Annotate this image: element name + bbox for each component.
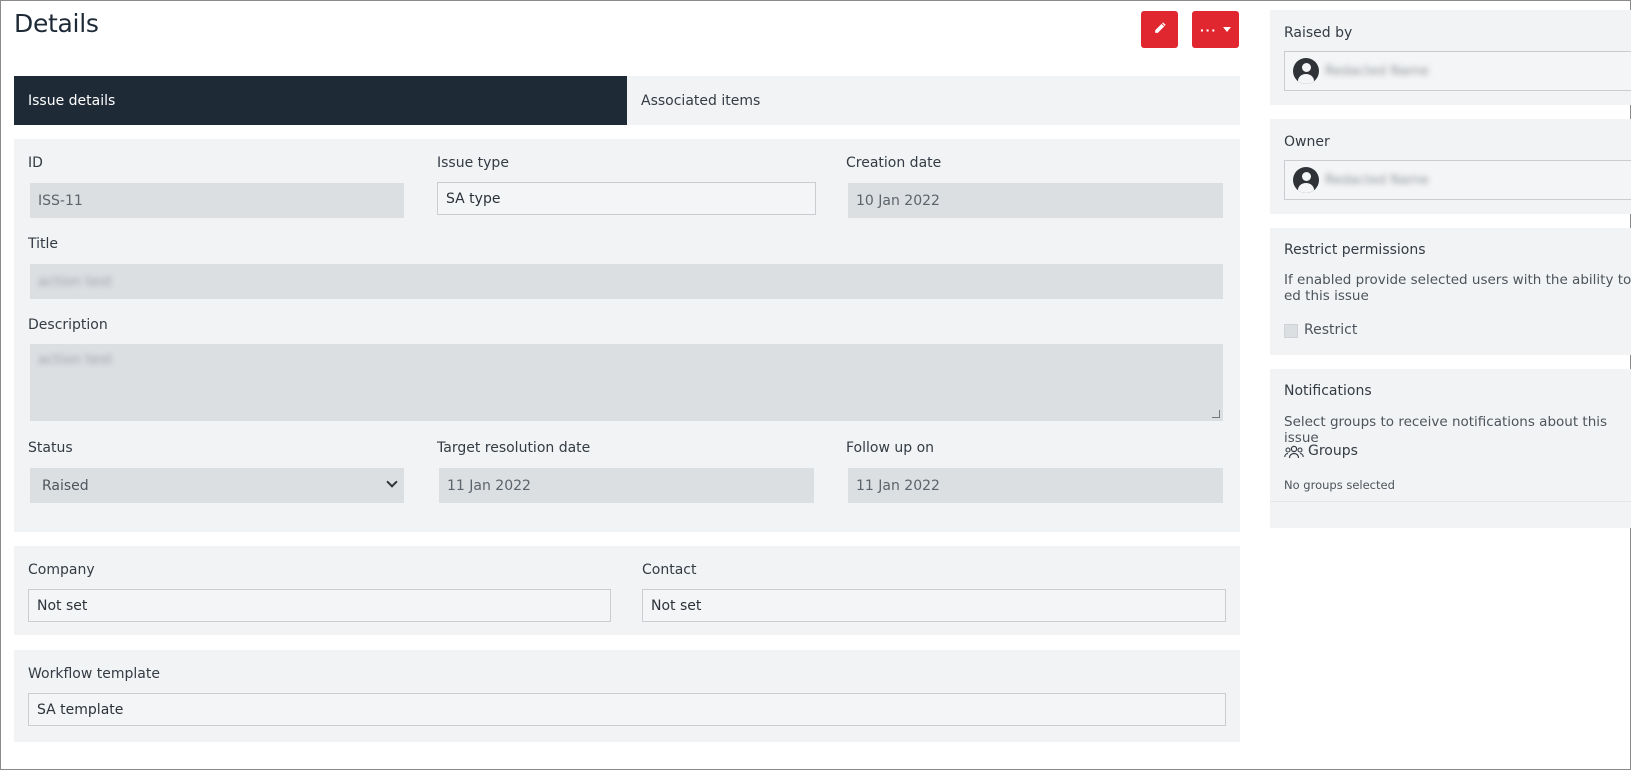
notifications-text: Select groups to receive notifications a… (1284, 414, 1608, 446)
owner-field[interactable]: Redacted Name (1284, 160, 1631, 200)
description-field: action test (30, 344, 1223, 421)
workflow-template-field[interactable]: SA template (28, 693, 1226, 726)
notifications-card: Notifications Select groups to receive n… (1270, 369, 1631, 528)
raised-by-name: Redacted Name (1325, 63, 1429, 79)
issue-details-panel: ID ISS-11 Issue type SA type Creation da… (14, 139, 1240, 532)
company-field[interactable]: Not set (28, 589, 611, 622)
description-label: Description (28, 317, 108, 333)
creation-date-label: Creation date (846, 155, 942, 171)
raised-by-label: Raised by (1284, 25, 1353, 41)
issue-type-field[interactable]: SA type (437, 182, 816, 215)
raised-by-card: Raised by Redacted Name (1270, 10, 1631, 105)
status-value: Raised (42, 477, 89, 494)
user-avatar-icon (1293, 58, 1319, 84)
restrict-permissions-text: If enabled provide selected users with t… (1284, 272, 1631, 304)
ellipsis-icon: ··· (1200, 21, 1217, 38)
status-label: Status (28, 440, 73, 456)
title-field: action test (30, 264, 1223, 299)
user-avatar-icon (1293, 167, 1319, 193)
target-date-label: Target resolution date (437, 440, 591, 456)
contact-label: Contact (642, 562, 697, 578)
issue-type-label: Issue type (437, 155, 509, 171)
follow-up-field[interactable]: 11 Jan 2022 (848, 468, 1223, 503)
groups-link[interactable]: Groups (1308, 443, 1358, 459)
raised-by-field[interactable]: Redacted Name (1284, 51, 1631, 91)
restrict-checkbox[interactable] (1284, 324, 1298, 338)
owner-card: Owner Redacted Name (1270, 119, 1631, 214)
notifications-title: Notifications (1284, 383, 1372, 399)
creation-date-field: 10 Jan 2022 (848, 183, 1223, 218)
restrict-permissions-title: Restrict permissions (1284, 242, 1426, 258)
contact-field[interactable]: Not set (642, 589, 1226, 622)
target-date-field[interactable]: 11 Jan 2022 (439, 468, 814, 503)
card-divider (1270, 501, 1631, 502)
owner-label: Owner (1284, 134, 1330, 150)
title-value: action test (38, 273, 113, 290)
tab-associated-items[interactable]: Associated items (627, 76, 1240, 125)
caret-down-icon (1223, 27, 1231, 32)
users-group-icon (1284, 444, 1304, 463)
more-actions-button[interactable]: ··· (1192, 11, 1239, 48)
workflow-panel: Workflow template SA template (14, 650, 1240, 742)
tab-issue-details[interactable]: Issue details (14, 76, 627, 125)
restrict-permissions-card: Restrict permissions If enabled provide … (1270, 228, 1631, 355)
chevron-down-icon (386, 476, 398, 488)
title-label: Title (28, 236, 59, 252)
page-title: Details (14, 9, 99, 38)
description-value: action test (38, 352, 113, 368)
no-groups-text: No groups selected (1284, 478, 1395, 492)
company-contact-panel: Company Not set Contact Not set (14, 546, 1240, 635)
workflow-template-label: Workflow template (28, 666, 160, 682)
resize-handle[interactable] (1212, 410, 1220, 418)
edit-button[interactable] (1141, 11, 1178, 48)
company-label: Company (28, 562, 95, 578)
id-label: ID (28, 155, 43, 171)
pencil-icon (1153, 21, 1167, 38)
follow-up-label: Follow up on (846, 440, 935, 456)
tab-bar: Issue details Associated items (14, 76, 1240, 125)
restrict-checkbox-label[interactable]: Restrict (1304, 322, 1357, 338)
status-select[interactable]: Raised (30, 468, 404, 503)
owner-name: Redacted Name (1325, 172, 1429, 188)
id-field: ISS-11 (30, 183, 404, 218)
